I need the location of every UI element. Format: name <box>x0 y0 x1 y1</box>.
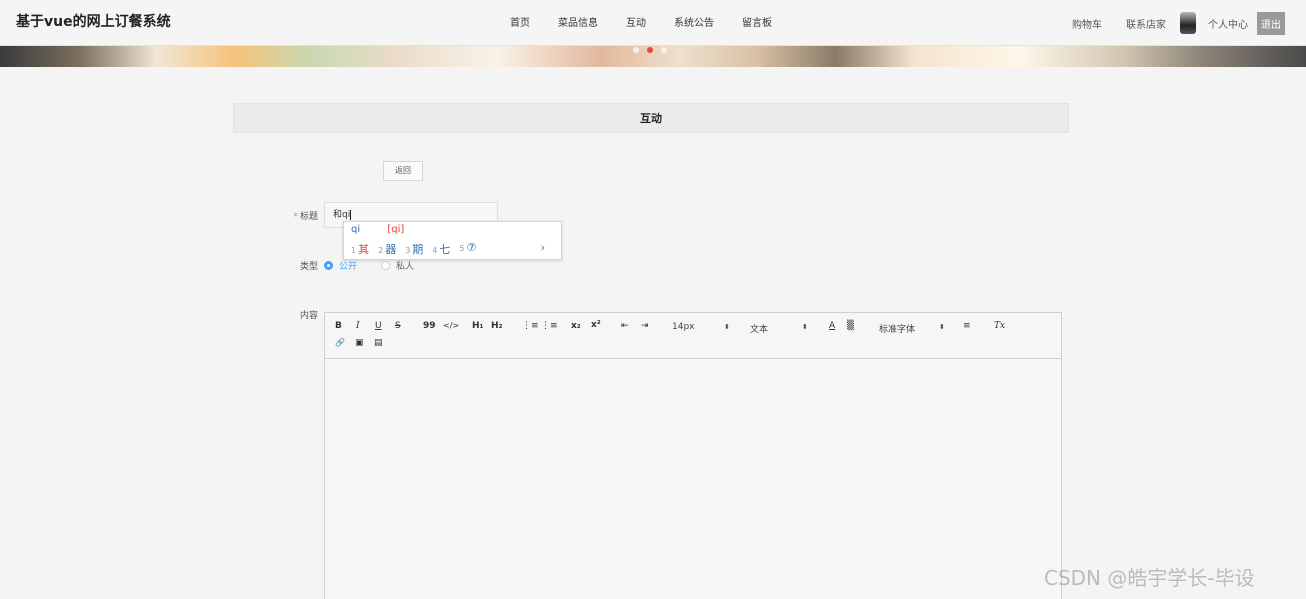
contact-link[interactable]: 联系店家 <box>1126 16 1166 31</box>
nav-announcements[interactable]: 系统公告 <box>674 14 714 29</box>
personal-center-link[interactable]: 个人中心 <box>1208 16 1248 31</box>
underline-button[interactable]: U <box>375 321 382 331</box>
ime-candidate[interactable]: 5⑦ <box>459 241 476 257</box>
font-select[interactable]: 标准字体 ⬍ <box>879 322 947 335</box>
ime-hint: [qi] <box>387 224 405 235</box>
nav-home[interactable]: 首页 <box>510 14 530 29</box>
align-button[interactable]: ≡ <box>963 321 971 331</box>
banner-carousel <box>0 46 1306 67</box>
radio-circle-icon <box>381 261 390 270</box>
nav-message-board[interactable]: 留言板 <box>742 14 772 29</box>
video-icon[interactable]: ▤ <box>374 338 383 348</box>
required-mark: * <box>293 212 298 222</box>
carousel-dot[interactable] <box>661 47 667 53</box>
carousel-dot[interactable] <box>633 47 639 53</box>
nav-dishes[interactable]: 菜品信息 <box>558 14 598 29</box>
subscript-button[interactable]: x₂ <box>571 321 581 331</box>
clean-format-button[interactable]: Tx <box>994 321 1005 331</box>
size-select[interactable]: 14px ⬍ <box>672 322 732 332</box>
outdent-button[interactable]: ⇤ <box>621 321 629 331</box>
indent-button[interactable]: ⇥ <box>641 321 649 331</box>
chevron-updown-icon: ⬍ <box>724 323 730 331</box>
content-label: 内容 <box>299 311 318 321</box>
rich-text-editor: B I U S 99 </> H₁ H₂ ⋮≡ ⋮≡ x₂ x² ⇤ ⇥ 14p… <box>324 312 1062 599</box>
ime-candidate[interactable]: 3期 <box>405 241 423 257</box>
ordered-list-button[interactable]: ⋮≡ <box>522 321 539 331</box>
section-title: 互动 <box>233 103 1069 133</box>
carousel-indicators <box>633 47 675 53</box>
header-select[interactable]: 文本 ⬍ <box>750 322 810 335</box>
background-color-button[interactable]: ▒ <box>847 321 854 331</box>
header-select-value: 文本 <box>750 325 769 335</box>
ime-candidate[interactable]: 2器 <box>378 241 396 257</box>
title-input-value: 和qi <box>333 210 351 220</box>
user-menu: 购物车 联系店家 个人中心 退出 <box>1048 0 1306 46</box>
bold-button[interactable]: B <box>335 321 342 331</box>
link-icon[interactable]: 🔗 <box>335 338 345 347</box>
size-select-value: 14px <box>672 322 695 332</box>
bullet-list-button[interactable]: ⋮≡ <box>541 321 558 331</box>
editor-content-area[interactable] <box>325 359 1061 599</box>
ime-next-page-icon[interactable]: › <box>541 241 545 254</box>
avatar[interactable] <box>1180 12 1196 34</box>
ime-candidate[interactable]: 4七 <box>432 241 450 257</box>
watermark: CSDN @皓宇学长-毕设 <box>1044 566 1255 590</box>
radio-circle-icon <box>324 261 333 270</box>
type-radio-public[interactable]: 公开 <box>324 259 357 272</box>
carousel-dot[interactable] <box>647 47 653 53</box>
chevron-updown-icon: ⬍ <box>939 323 945 331</box>
chevron-updown-icon: ⬍ <box>802 323 808 331</box>
main-nav: 首页 菜品信息 互动 系统公告 留言板 <box>510 14 800 29</box>
h1-button[interactable]: H₁ <box>472 321 483 331</box>
h2-button[interactable]: H₂ <box>491 321 502 331</box>
blockquote-button[interactable]: 99 <box>423 321 436 331</box>
ime-candidate-window: qi [qi] 1其 2器 3期 4七 5⑦ › <box>343 221 562 260</box>
type-label: 类型 <box>299 262 318 272</box>
cart-link[interactable]: 购物车 <box>1072 16 1102 31</box>
ime-composition: qi [qi] <box>351 224 404 235</box>
title-label: * 标题 <box>284 209 318 222</box>
font-color-button[interactable]: A <box>829 321 835 331</box>
ime-pinyin: qi <box>351 224 361 235</box>
strike-button[interactable]: S <box>395 321 401 331</box>
title-label-text: 标题 <box>299 212 318 222</box>
logout-button[interactable]: 退出 <box>1257 11 1285 35</box>
text-caret <box>350 209 352 220</box>
type-option-label: 私人 <box>396 262 415 272</box>
type-radio-private[interactable]: 私人 <box>381 259 414 272</box>
font-select-value: 标准字体 <box>879 325 916 335</box>
back-button[interactable]: 返回 <box>383 161 423 181</box>
superscript-button[interactable]: x² <box>591 320 601 330</box>
code-block-button[interactable]: </> <box>443 321 459 330</box>
italic-button[interactable]: I <box>356 321 360 331</box>
ime-candidate-list: 1其 2器 3期 4七 5⑦ <box>351 241 485 257</box>
site-title: 基于vue的网上订餐系统 <box>16 14 171 30</box>
top-navbar: 基于vue的网上订餐系统 首页 菜品信息 互动 系统公告 留言板 购物车 联系店… <box>0 0 1306 46</box>
image-icon[interactable]: ▣ <box>355 338 364 348</box>
nav-interaction[interactable]: 互动 <box>626 14 646 29</box>
editor-toolbar: B I U S 99 </> H₁ H₂ ⋮≡ ⋮≡ x₂ x² ⇤ ⇥ 14p… <box>325 313 1061 359</box>
type-option-label: 公开 <box>339 262 358 272</box>
ime-candidate[interactable]: 1其 <box>351 241 369 257</box>
